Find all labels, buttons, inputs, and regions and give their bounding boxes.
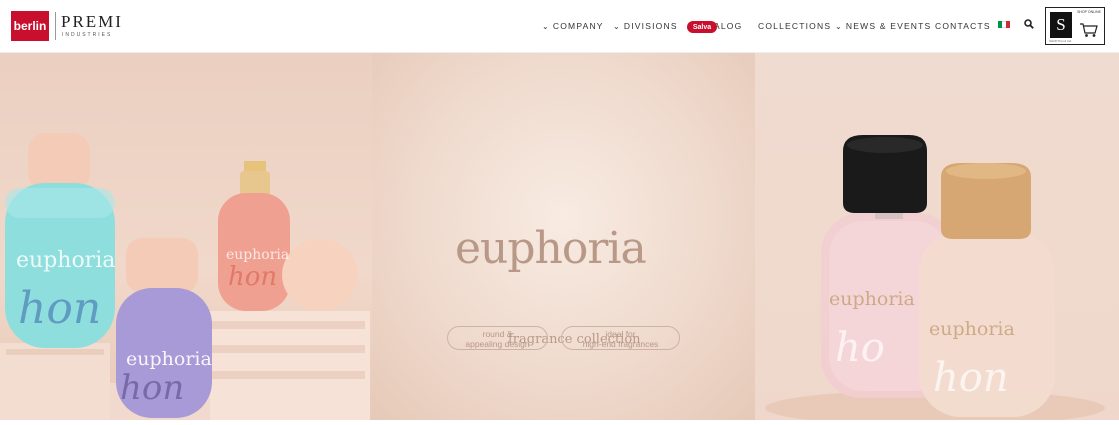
logo-divider [55, 12, 56, 40]
svg-text:euphoria: euphoria [226, 247, 289, 263]
page-bottom-edge [0, 420, 1119, 425]
chevron-down-icon: ⌄ [542, 22, 550, 31]
bottle-brand-text: euphoria [16, 248, 115, 273]
chevron-down-icon: ⌄ [613, 22, 621, 31]
shop-online-button[interactable]: S SHOP ONLINE SHOP Premi Ind. [1045, 7, 1105, 45]
hero-title: euphoria [455, 223, 647, 274]
shopping-cart-icon [1080, 23, 1098, 37]
nav-item-contacts[interactable]: CONTACTS [935, 21, 991, 31]
italy-flag-icon[interactable] [998, 21, 1010, 28]
nav-label: COLLECTIONS [758, 21, 832, 31]
shop-caption: SHOP ONLINE [1077, 10, 1101, 14]
hero-right-panel: euphoria ho euphoria hon [755, 53, 1119, 420]
nav-label: CONTACTS [935, 21, 991, 31]
bottles-left-illustration: euphoria hon euphoria hon euphoria hon [0, 133, 370, 420]
nav-label: COMPANY [552, 21, 604, 31]
nav-label: NEWS & EVENTS [845, 21, 932, 31]
shop-logo-letter: S [1050, 12, 1072, 38]
feature-pill-fragrances: ideal for high-end fragrances [561, 326, 680, 350]
pinterest-save-label: Salva [692, 23, 712, 31]
svg-text:euphoria: euphoria [929, 318, 1015, 340]
premi-logo-subtitle: INDUSTRIES [62, 32, 113, 38]
feature-line: appealing design [465, 339, 530, 349]
nav-item-news-events[interactable]: ⌄ NEWS & EVENTS [835, 21, 931, 31]
svg-text:hon: hon [933, 355, 1009, 401]
nav-item-catalog[interactable]: ALOG [714, 21, 742, 31]
search-icon[interactable] [1024, 19, 1034, 29]
nav-label: DIVISIONS [623, 21, 678, 31]
berlin-logo-text: berlin [13, 19, 47, 33]
bottle-script-text: hon [18, 283, 101, 334]
nav-item-company[interactable]: ⌄ COMPANY [542, 21, 604, 31]
berlin-logo[interactable]: berlin [11, 11, 49, 41]
svg-text:ho: ho [835, 325, 885, 371]
feature-line: round & [482, 329, 513, 339]
premi-logo[interactable]: PREMI [61, 12, 123, 32]
svg-text:euphoria: euphoria [126, 348, 212, 370]
nav-item-collections[interactable]: COLLECTIONS [758, 21, 831, 31]
hero-banner[interactable]: euphoria hon euphoria hon euphoria hon e… [0, 53, 1119, 420]
feature-line: ideal for [605, 329, 636, 339]
feature-pill-design: round & appealing design [447, 326, 548, 350]
nav-label: ALOG [714, 21, 743, 31]
pinterest-save-button[interactable]: Salva [687, 21, 717, 33]
bottles-right-illustration: euphoria ho euphoria hon [765, 135, 1105, 420]
svg-text:euphoria: euphoria [829, 288, 915, 310]
chevron-down-icon: ⌄ [835, 22, 843, 31]
site-header: berlin PREMI INDUSTRIES ⌄ COMPANY ⌄ DIVISI… [0, 0, 1119, 53]
shop-footer-text: SHOP Premi Ind. [1049, 39, 1072, 43]
hero-left-panel: euphoria hon euphoria hon euphoria hon [0, 53, 372, 420]
nav-item-divisions[interactable]: ⌄ DIVISIONS [613, 21, 678, 31]
svg-text:hon: hon [228, 262, 277, 292]
feature-line: high-end fragrances [582, 339, 659, 349]
svg-text:hon: hon [120, 368, 184, 408]
